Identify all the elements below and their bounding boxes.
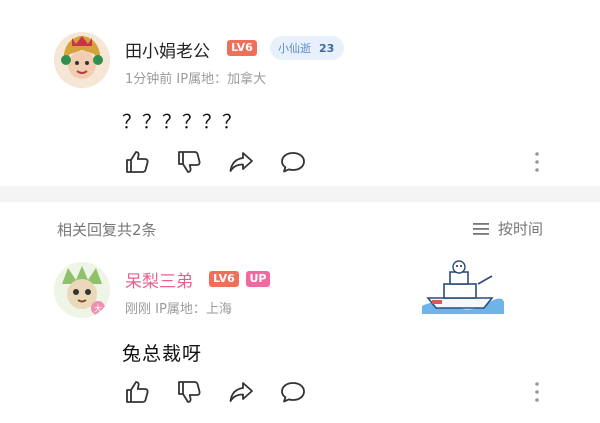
reply-dislike-button[interactable] — [175, 378, 203, 406]
reply-location: IP属地：上海 — [155, 302, 232, 317]
reply-button[interactable] — [279, 148, 307, 176]
comment-card: 田小娟老公 LV6 小仙逝 23 1分钟前 IP属地：加拿大 ？？？？？？ — [0, 0, 600, 186]
reply-level-badge: LV6 — [209, 271, 239, 287]
username[interactable]: 田小娟老公 — [125, 37, 210, 62]
comment-meta: 1分钟前 IP属地：加拿大 — [125, 68, 266, 87]
reply-like-button[interactable] — [123, 378, 151, 406]
dislike-button[interactable] — [175, 148, 203, 176]
medal-level: 23 — [319, 41, 335, 55]
reply-time: 刚刚 — [125, 302, 152, 317]
reply-more-button[interactable] — [532, 381, 542, 403]
share-icon — [227, 378, 255, 406]
comment-location: IP属地：加拿大 — [176, 72, 267, 87]
reply-meta: 刚刚 IP属地：上海 — [125, 298, 232, 317]
fan-medal[interactable]: 小仙逝 23 — [270, 36, 345, 60]
reply-avatar[interactable]: 大 — [54, 262, 110, 318]
list-icon — [473, 222, 489, 235]
share-icon — [227, 148, 255, 176]
more-icon — [532, 381, 542, 403]
sort-label: 按时间 — [498, 220, 544, 238]
comment-text: ？？？？？？ — [122, 111, 243, 133]
more-icon — [532, 151, 542, 173]
comment-time: 1分钟前 — [125, 72, 173, 87]
level-badge: LV6 — [227, 40, 257, 56]
sort-by-time-button[interactable]: 按时间 — [472, 218, 543, 239]
thumbs-up-icon — [123, 378, 151, 406]
comment-icon — [279, 378, 307, 406]
thumbs-down-icon — [175, 378, 203, 406]
reply-comment-button[interactable] — [279, 378, 307, 406]
like-button[interactable] — [123, 148, 151, 176]
reply-count: 相关回复共2条 — [57, 221, 157, 239]
decoration-ship-image — [418, 258, 506, 320]
reply-text: 兔总裁呀 — [122, 343, 203, 365]
thumbs-down-icon — [175, 148, 203, 176]
up-badge: UP — [246, 271, 270, 287]
share-button[interactable] — [227, 148, 255, 176]
reply-share-button[interactable] — [227, 378, 255, 406]
thumbs-up-icon — [123, 148, 151, 176]
reply-username[interactable]: 呆梨三弟 — [125, 267, 193, 292]
medal-name: 小仙逝 — [278, 42, 311, 55]
more-button[interactable] — [532, 151, 542, 173]
comment-icon — [279, 148, 307, 176]
user-avatar[interactable] — [54, 32, 110, 88]
